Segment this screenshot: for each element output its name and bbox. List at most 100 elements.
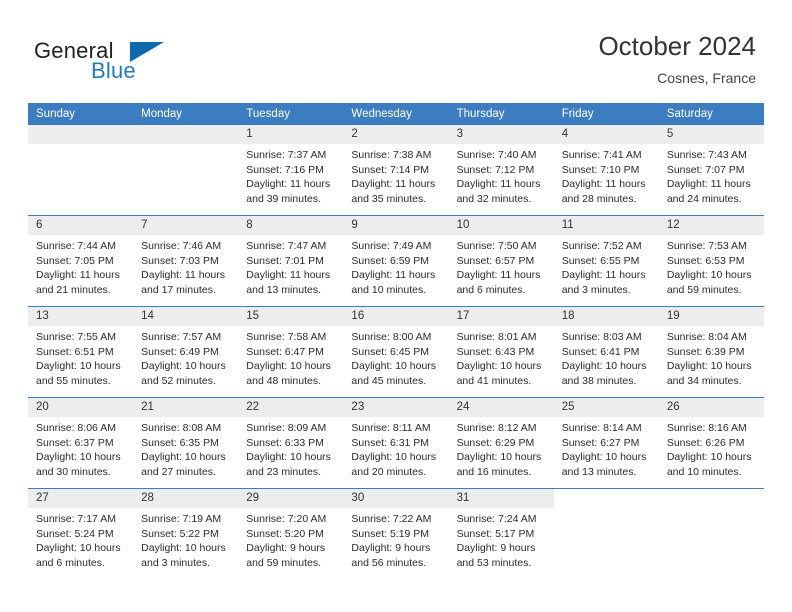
calendar-day-cell[interactable]: 25 Sunrise: 8:14 AM Sunset: 6:27 PM Dayligh…	[553, 397, 659, 489]
weekday-header-thursday: Thursday	[448, 103, 554, 125]
day-cell-inner: 14 Sunrise: 7:57 AM Sunset: 6:49 PM Dayligh…	[133, 307, 239, 397]
calendar-day-cell[interactable]: 3 Sunrise: 7:40 AM Sunset: 7:12 PM Daylight…	[448, 125, 554, 216]
day-details: Sunrise: 7:17 AM Sunset: 5:24 PM Daylight:…	[28, 508, 133, 570]
calendar-day-cell[interactable]: 26 Sunrise: 8:16 AM Sunset: 6:26 PM Dayligh…	[658, 397, 764, 489]
calendar-header-row: Sunday Monday Tuesday Wednesday Thursday…	[28, 103, 764, 125]
calendar-day-cell[interactable]: 16 Sunrise: 8:00 AM Sunset: 6:45 PM Dayligh…	[343, 306, 449, 398]
day-number: 16	[343, 307, 449, 326]
calendar-day-cell[interactable]: 23 Sunrise: 8:11 AM Sunset: 6:31 PM Dayligh…	[343, 397, 449, 489]
day-cell-inner: 13 Sunrise: 7:55 AM Sunset: 6:51 PM Dayligh…	[28, 307, 134, 397]
day-number: 31	[448, 489, 554, 508]
general-blue-logo[interactable]: General Blue	[34, 38, 204, 86]
sunrise-text: Sunrise: 7:40 AM	[456, 149, 537, 161]
calendar-day-cell[interactable]: 27 Sunrise: 7:17 AM Sunset: 5:24 PM Dayligh…	[28, 488, 134, 579]
calendar-day-cell[interactable]: 18 Sunrise: 8:03 AM Sunset: 6:41 PM Dayligh…	[553, 306, 659, 398]
day-details: Sunrise: 7:44 AM Sunset: 7:05 PM Daylight:…	[28, 235, 133, 297]
calendar-day-cell[interactable]: 30 Sunrise: 7:22 AM Sunset: 5:19 PM Dayligh…	[343, 488, 449, 579]
day-number: 28	[133, 489, 239, 508]
weekday-header-friday: Friday	[553, 103, 659, 125]
day-number: 21	[133, 398, 239, 417]
calendar-day-cell[interactable]: 6 Sunrise: 7:44 AM Sunset: 7:05 PM Daylight…	[28, 215, 134, 307]
day-details: Sunrise: 8:14 AM Sunset: 6:27 PM Daylight:…	[554, 417, 659, 479]
sunset-text: Sunset: 6:45 PM	[351, 345, 430, 358]
daylight-text: Daylight: 11 hours and 6 minutes.	[456, 269, 541, 296]
calendar-day-cell[interactable]: 1 Sunrise: 7:37 AM Sunset: 7:16 PM Daylight…	[238, 125, 344, 216]
daylight-text: Daylight: 11 hours and 3 minutes.	[561, 269, 646, 296]
calendar-day-cell[interactable]: 19 Sunrise: 8:04 AM Sunset: 6:39 PM Dayligh…	[658, 306, 764, 398]
sunrise-text: Sunrise: 7:57 AM	[141, 331, 222, 343]
day-cell-inner: 2 Sunrise: 7:38 AM Sunset: 7:14 PM Daylight…	[343, 125, 449, 215]
day-cell-inner: 8 Sunrise: 7:47 AM Sunset: 7:01 PM Daylight…	[238, 216, 344, 306]
sunset-text: Sunset: 6:59 PM	[351, 254, 430, 267]
calendar-day-cell[interactable]: 9 Sunrise: 7:49 AM Sunset: 6:59 PM Daylight…	[343, 215, 449, 307]
day-cell-inner: 21 Sunrise: 8:08 AM Sunset: 6:35 PM Dayligh…	[133, 398, 239, 488]
day-details: Sunrise: 7:52 AM Sunset: 6:55 PM Daylight:…	[554, 235, 659, 297]
calendar-day-cell[interactable]: 24 Sunrise: 8:12 AM Sunset: 6:29 PM Dayligh…	[448, 397, 554, 489]
calendar-day-cell[interactable]: 20 Sunrise: 8:06 AM Sunset: 6:37 PM Dayligh…	[28, 397, 134, 489]
daylight-text: Daylight: 10 hours and 41 minutes.	[456, 360, 542, 387]
calendar-week-row: 27 Sunrise: 7:17 AM Sunset: 5:24 PM Dayligh…	[28, 488, 764, 579]
calendar-day-cell[interactable]: 7 Sunrise: 7:46 AM Sunset: 7:03 PM Daylight…	[133, 215, 239, 307]
location-subtitle: Cosnes, France	[657, 70, 756, 86]
calendar-day-cell[interactable]: 13 Sunrise: 7:55 AM Sunset: 6:51 PM Dayligh…	[28, 306, 134, 398]
day-number: 29	[238, 489, 344, 508]
calendar-day-cell[interactable]: 4 Sunrise: 7:41 AM Sunset: 7:10 PM Daylight…	[553, 125, 659, 216]
day-details: Sunrise: 8:06 AM Sunset: 6:37 PM Daylight:…	[28, 417, 133, 479]
sunrise-text: Sunrise: 7:49 AM	[351, 240, 432, 252]
calendar-week-row: 13 Sunrise: 7:55 AM Sunset: 6:51 PM Dayligh…	[28, 306, 764, 398]
sunrise-text: Sunrise: 8:14 AM	[561, 422, 642, 434]
day-cell-inner: 4 Sunrise: 7:41 AM Sunset: 7:10 PM Daylight…	[553, 125, 659, 215]
calendar-page: General Blue October 2024 Cosnes, France…	[0, 0, 792, 612]
calendar-day-cell[interactable]: 21 Sunrise: 8:08 AM Sunset: 6:35 PM Dayligh…	[133, 397, 239, 489]
calendar-day-cell[interactable]: 8 Sunrise: 7:47 AM Sunset: 7:01 PM Daylight…	[238, 215, 344, 307]
daylight-text: Daylight: 11 hours and 39 minutes.	[246, 178, 331, 205]
calendar-day-cell[interactable]: 11 Sunrise: 7:52 AM Sunset: 6:55 PM Dayligh…	[553, 215, 659, 307]
sunset-text: Sunset: 7:05 PM	[36, 254, 114, 267]
day-number	[659, 489, 764, 508]
day-number: 7	[133, 216, 239, 235]
calendar-day-cell[interactable]: 31 Sunrise: 7:24 AM Sunset: 5:17 PM Dayligh…	[448, 488, 554, 579]
day-details: Sunrise: 7:19 AM Sunset: 5:22 PM Daylight:…	[133, 508, 238, 570]
sunset-text: Sunset: 6:53 PM	[666, 254, 745, 267]
calendar-day-cell[interactable]: 10 Sunrise: 7:50 AM Sunset: 6:57 PM Dayligh…	[448, 215, 554, 307]
calendar-day-cell[interactable]: 14 Sunrise: 7:57 AM Sunset: 6:49 PM Dayligh…	[133, 306, 239, 398]
calendar-day-cell[interactable]: 12 Sunrise: 7:53 AM Sunset: 6:53 PM Dayligh…	[658, 215, 764, 307]
day-cell-inner: 27 Sunrise: 7:17 AM Sunset: 5:24 PM Dayligh…	[28, 489, 134, 579]
day-cell-inner: 5 Sunrise: 7:43 AM Sunset: 7:07 PM Daylight…	[658, 125, 764, 215]
day-details: Sunrise: 8:03 AM Sunset: 6:41 PM Daylight:…	[554, 326, 659, 388]
calendar-day-cell[interactable]: 22 Sunrise: 8:09 AM Sunset: 6:33 PM Dayligh…	[238, 397, 344, 489]
daylight-text: Daylight: 11 hours and 32 minutes.	[456, 178, 541, 205]
daylight-text: Daylight: 10 hours and 23 minutes.	[246, 451, 331, 478]
day-number: 4	[553, 125, 659, 144]
day-number: 1	[238, 125, 344, 144]
sunrise-text: Sunrise: 8:12 AM	[456, 422, 537, 434]
calendar-day-cell[interactable]: 2 Sunrise: 7:38 AM Sunset: 7:14 PM Daylight…	[343, 125, 449, 216]
day-details: Sunrise: 7:37 AM Sunset: 7:16 PM Daylight:…	[238, 144, 343, 206]
day-cell-inner	[554, 489, 659, 579]
sunset-text: Sunset: 6:39 PM	[666, 345, 745, 358]
daylight-text: Daylight: 10 hours and 55 minutes.	[36, 360, 121, 387]
sunset-text: Sunset: 6:49 PM	[141, 345, 219, 358]
day-cell-inner	[28, 125, 134, 215]
sunset-text: Sunset: 6:29 PM	[456, 436, 535, 449]
daylight-text: Daylight: 11 hours and 21 minutes.	[36, 269, 120, 296]
calendar-day-cell[interactable]: 17 Sunrise: 8:01 AM Sunset: 6:43 PM Dayligh…	[448, 306, 554, 398]
day-cell-inner: 24 Sunrise: 8:12 AM Sunset: 6:29 PM Dayligh…	[448, 398, 554, 488]
sunset-text: Sunset: 7:10 PM	[561, 163, 640, 176]
day-cell-inner: 15 Sunrise: 7:58 AM Sunset: 6:47 PM Dayligh…	[238, 307, 344, 397]
day-cell-inner: 7 Sunrise: 7:46 AM Sunset: 7:03 PM Daylight…	[133, 216, 239, 306]
calendar-day-cell[interactable]: 28 Sunrise: 7:19 AM Sunset: 5:22 PM Dayligh…	[133, 488, 239, 579]
daylight-text: Daylight: 11 hours and 13 minutes.	[246, 269, 331, 296]
sunset-text: Sunset: 6:47 PM	[246, 345, 324, 358]
sunset-text: Sunset: 5:19 PM	[351, 527, 430, 540]
sunset-text: Sunset: 6:26 PM	[666, 436, 745, 449]
daylight-text: Daylight: 10 hours and 20 minutes.	[351, 451, 437, 478]
calendar-day-cell[interactable]: 5 Sunrise: 7:43 AM Sunset: 7:07 PM Daylight…	[658, 125, 764, 216]
calendar-day-cell	[28, 125, 134, 216]
day-cell-inner: 11 Sunrise: 7:52 AM Sunset: 6:55 PM Dayligh…	[553, 216, 659, 306]
day-cell-inner: 23 Sunrise: 8:11 AM Sunset: 6:31 PM Dayligh…	[343, 398, 449, 488]
calendar-day-cell[interactable]: 15 Sunrise: 7:58 AM Sunset: 6:47 PM Dayligh…	[238, 306, 344, 398]
calendar-day-cell[interactable]: 29 Sunrise: 7:20 AM Sunset: 5:20 PM Dayligh…	[238, 488, 344, 579]
daylight-text: Daylight: 11 hours and 10 minutes.	[351, 269, 436, 296]
calendar-day-cell	[658, 488, 764, 579]
